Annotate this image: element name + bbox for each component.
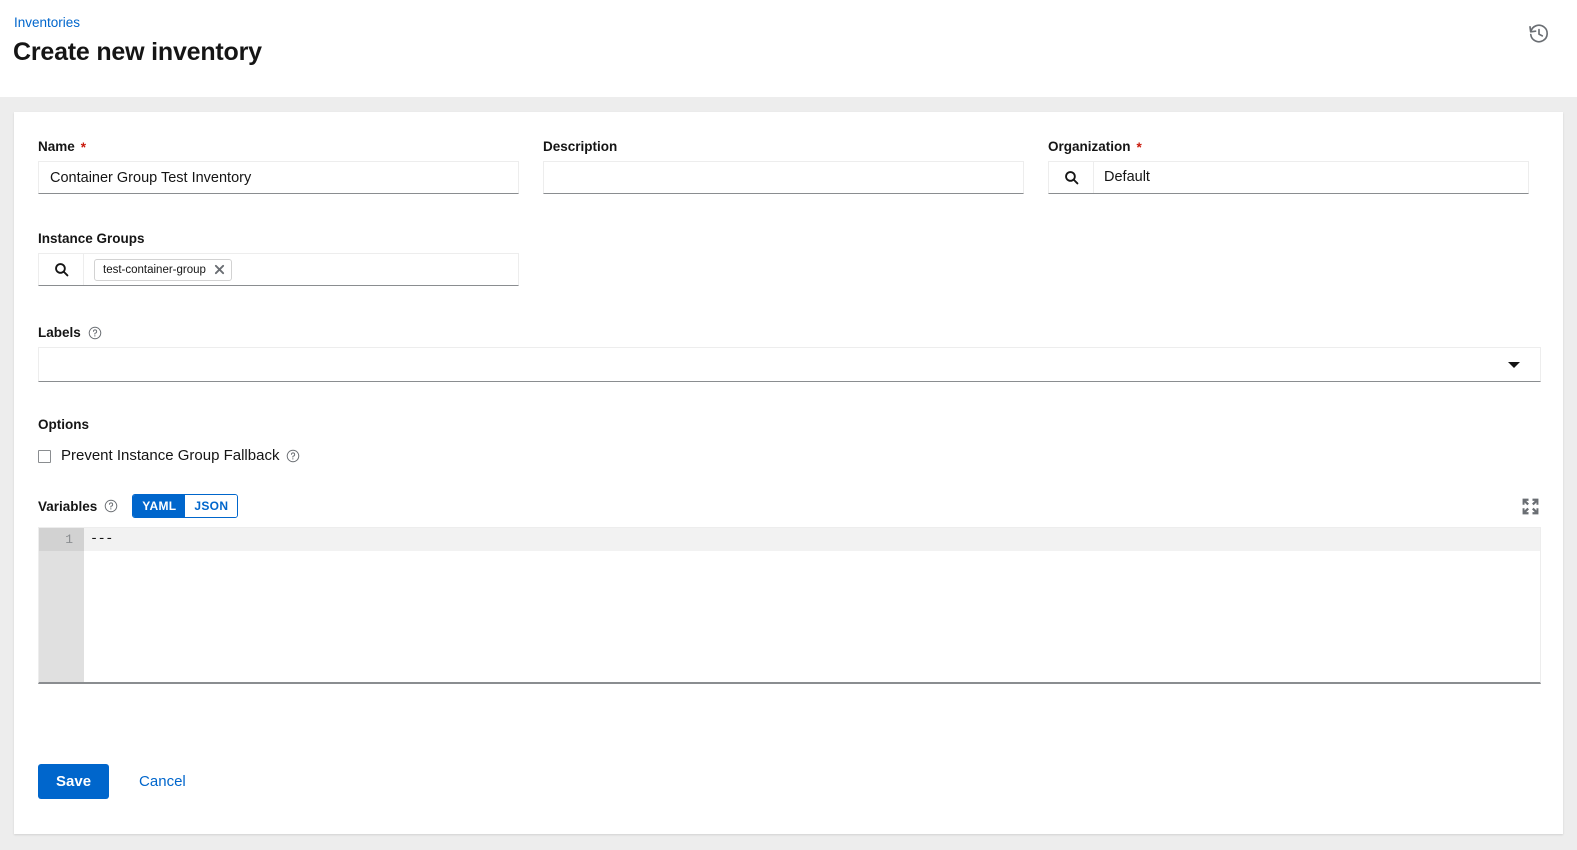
close-icon[interactable] xyxy=(213,263,226,276)
variables-section: Variables YAML JSON 1 --- xyxy=(38,494,1541,684)
field-name: Name * xyxy=(38,137,519,194)
code-line: --- xyxy=(84,528,1540,551)
field-labels: Labels xyxy=(38,323,1541,382)
variables-label: Variables xyxy=(38,498,98,514)
toggle-yaml[interactable]: YAML xyxy=(133,495,186,517)
name-label-text: Name xyxy=(38,139,75,154)
chip-instance-group: test-container-group xyxy=(94,258,232,281)
labels-label-text: Labels xyxy=(38,325,81,340)
name-input[interactable] xyxy=(38,161,519,194)
editor-code-area[interactable]: --- xyxy=(84,528,1540,682)
chevron-down-icon xyxy=(1508,361,1520,368)
organization-label-text: Organization xyxy=(1048,139,1131,154)
instance-groups-chip-area[interactable]: test-container-group xyxy=(84,254,518,285)
organization-label: Organization * xyxy=(1048,137,1529,156)
name-label: Name * xyxy=(38,137,519,156)
organization-value-area[interactable]: Default xyxy=(1094,162,1528,193)
instance-groups-label-text: Instance Groups xyxy=(38,231,145,246)
organization-required-asterisk: * xyxy=(1136,139,1142,155)
organization-lookup: Default xyxy=(1048,161,1529,194)
toggle-json[interactable]: JSON xyxy=(185,495,238,517)
question-circle-icon[interactable] xyxy=(104,499,118,513)
description-input[interactable] xyxy=(543,161,1024,194)
expand-icon[interactable] xyxy=(1519,495,1541,517)
description-label: Description xyxy=(543,137,1024,156)
options-section: Options Prevent Instance Group Fallback xyxy=(38,415,638,466)
field-organization: Organization * Default xyxy=(1048,137,1529,194)
page-title: Create new inventory xyxy=(13,38,262,66)
variables-format-toggle: YAML JSON xyxy=(132,494,239,518)
variables-header: Variables YAML JSON xyxy=(38,494,1541,518)
inventory-form-card: Name * Description Organization * xyxy=(14,112,1563,834)
question-circle-icon[interactable] xyxy=(88,326,102,340)
option-prevent-instance-group-fallback: Prevent Instance Group Fallback xyxy=(38,446,638,466)
organization-value: Default xyxy=(1104,169,1150,185)
labels-label: Labels xyxy=(38,323,1541,342)
form-row-primary: Name * Description Organization * xyxy=(38,137,1541,194)
inventory-create-page: Inventories Create new inventory Name * xyxy=(0,0,1577,850)
name-required-asterisk: * xyxy=(80,139,87,155)
description-label-text: Description xyxy=(543,139,618,154)
instance-groups-lookup: test-container-group xyxy=(38,253,519,286)
cancel-button[interactable]: Cancel xyxy=(139,764,186,799)
options-label: Options xyxy=(38,417,89,432)
field-description: Description xyxy=(543,137,1024,194)
prevent-fallback-label[interactable]: Prevent Instance Group Fallback xyxy=(61,446,279,466)
chip-label: test-container-group xyxy=(103,263,206,276)
field-instance-groups: Instance Groups test-container-group xyxy=(38,229,519,286)
save-button[interactable]: Save xyxy=(38,764,110,799)
history-icon[interactable] xyxy=(1525,20,1553,48)
question-circle-icon[interactable] xyxy=(286,449,300,463)
editor-gutter: 1 xyxy=(39,528,84,682)
search-icon[interactable] xyxy=(1049,162,1094,193)
page-header: Inventories Create new inventory xyxy=(0,0,1577,97)
variables-code-editor[interactable]: 1 --- xyxy=(38,527,1541,684)
breadcrumb-inventories[interactable]: Inventories xyxy=(14,13,80,33)
search-icon[interactable] xyxy=(39,254,84,285)
prevent-fallback-checkbox[interactable] xyxy=(38,449,51,463)
line-number: 1 xyxy=(39,528,84,551)
labels-select[interactable] xyxy=(38,347,1541,382)
instance-groups-label: Instance Groups xyxy=(38,229,519,248)
form-actions: Save Cancel xyxy=(38,764,186,799)
